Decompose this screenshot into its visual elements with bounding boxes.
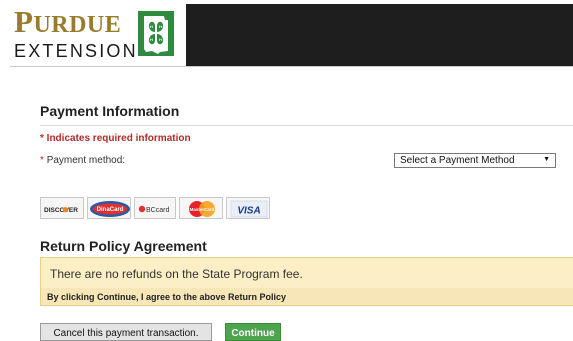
agreement-notice: By clicking Continue, I agree to the abo… <box>40 288 573 306</box>
refund-notice: There are no refunds on the State Progra… <box>40 257 573 288</box>
svg-text:H: H <box>150 37 153 42</box>
payment-method-select-value: Select a Payment Method <box>400 155 515 166</box>
diners-card-logo: DinaCard <box>87 197 131 219</box>
mastercard-card-logo: MasterCard <box>179 197 223 219</box>
discover-card-label: DISCOVER <box>44 207 78 214</box>
cancel-transaction-button[interactable]: Cancel this payment transaction. <box>40 323 212 341</box>
required-info-note: * Indicates required information <box>40 133 191 144</box>
bccard-card-label: BCcard <box>146 207 169 214</box>
refund-notice-text: There are no refunds on the State Progra… <box>50 267 303 281</box>
visa-card-logo: VISA <box>226 197 270 219</box>
svg-text:H: H <box>150 24 153 29</box>
continue-button[interactable]: Continue <box>225 323 281 341</box>
dropdown-arrow-icon: ▼ <box>543 156 550 163</box>
visa-card-label: VISA <box>237 206 260 217</box>
discover-card-logo: DISCOVER <box>40 197 84 219</box>
payment-method-select[interactable]: Select a Payment Method ▼ <box>394 153 556 168</box>
required-asterisk: * <box>40 155 44 166</box>
site-header: PURDUE EXTENSION H H H H <box>0 0 573 67</box>
diners-card-label: DinaCard <box>97 207 124 213</box>
4-h-clover-indiana-icon: H H H H <box>138 11 174 56</box>
payment-method-label-text: Payment method: <box>46 155 126 166</box>
purdue-extension-logo[interactable]: PURDUE EXTENSION <box>14 4 138 61</box>
svg-text:H: H <box>159 37 162 42</box>
payment-information-title: Payment Information <box>40 103 180 119</box>
payment-method-label: * Payment method: <box>40 155 125 166</box>
bccard-card-logo: BCcard <box>134 197 176 219</box>
svg-text:H: H <box>159 24 162 29</box>
mastercard-card-label: MasterCard <box>190 207 215 212</box>
logo-purdue-text: PURDUE <box>14 4 122 39</box>
header-banner <box>186 4 573 66</box>
return-policy-title: Return Policy Agreement <box>40 238 207 254</box>
agreement-notice-text: By clicking Continue, I agree to the abo… <box>47 292 287 302</box>
logo-extension-text: EXTENSION <box>14 41 138 61</box>
payment-information-divider <box>40 125 573 126</box>
header-divider <box>10 66 573 67</box>
